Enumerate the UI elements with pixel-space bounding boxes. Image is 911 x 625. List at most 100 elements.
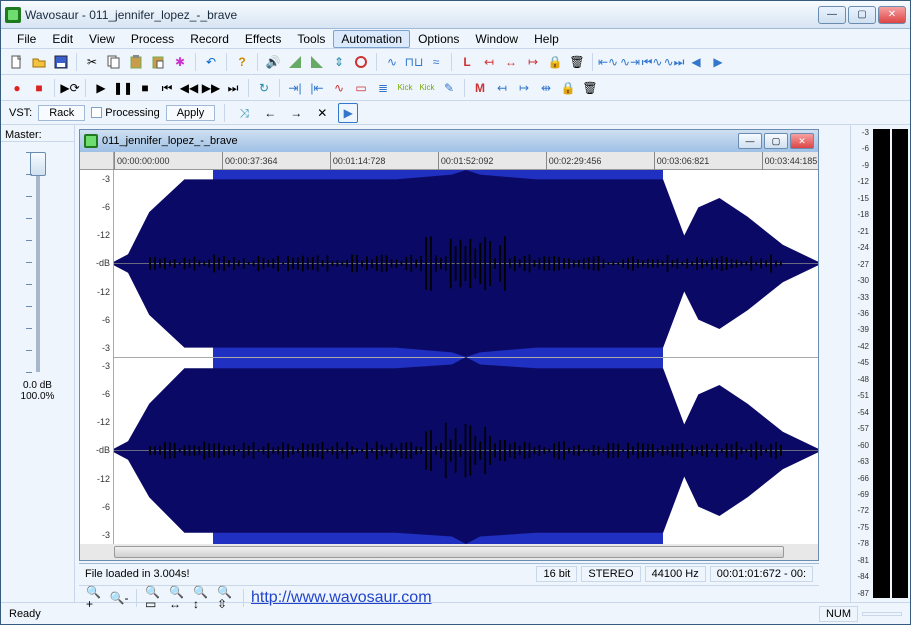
edit-line-icon[interactable]: ✎ [439, 78, 459, 98]
menu-record[interactable]: Record [182, 30, 237, 48]
record-icon[interactable]: ● [7, 78, 27, 98]
loop-to-end-icon[interactable]: ∿⇥ [620, 52, 640, 72]
loop-delete-icon[interactable]: 🗑 [580, 78, 600, 98]
fade-in-icon[interactable] [285, 52, 305, 72]
marker-lock-icon[interactable]: 🔒 [545, 52, 565, 72]
zoom-sel-icon[interactable]: 🔍▭ [144, 588, 164, 608]
status-message: File loaded in 3.004s! [85, 568, 190, 580]
menu-tools[interactable]: Tools [289, 30, 333, 48]
main-area: Master: 0.0 dB 100.0% 011_jennifer_lopez… [1, 125, 910, 602]
master-slider[interactable] [36, 152, 40, 372]
vst-rack-button[interactable]: Rack [38, 105, 85, 121]
minimize-button[interactable]: — [818, 6, 846, 24]
crop-icon[interactable]: ✱ [170, 52, 190, 72]
record-stop-icon[interactable]: ■ [29, 78, 49, 98]
child-titlebar[interactable]: 011_jennifer_lopez_-_brave — ▢ ✕ [80, 130, 818, 152]
toolbar-row-2: ● ■ ▶⟳ ▶ ❚❚ ■ ⏮ ◀◀ ▶▶ ⏭ ↻ ⇥| |⇤ ∿ ▭ ≣ Ki… [1, 75, 910, 101]
marker-m-icon[interactable]: M [470, 78, 490, 98]
child-maximize-button[interactable]: ▢ [764, 133, 788, 149]
loop-next-icon[interactable]: ∿⏭ [664, 52, 684, 72]
loop-lock-icon[interactable]: 🔒 [558, 78, 578, 98]
menu-options[interactable]: Options [410, 30, 467, 48]
zoom-full-icon[interactable]: 🔍↔ [168, 588, 188, 608]
timeline-tick: 00:00:37:364 [222, 152, 278, 170]
vst-apply-button[interactable]: Apply [166, 105, 216, 121]
skip-start-icon[interactable]: ⏮ [157, 78, 177, 98]
menu-automation[interactable]: Automation [333, 30, 410, 48]
loop-to-start-icon[interactable]: ⇤∿ [598, 52, 618, 72]
stop-icon[interactable]: ■ [135, 78, 155, 98]
rewind-icon[interactable]: ◀◀ [179, 78, 199, 98]
marker-center-icon[interactable]: ⇹ [536, 78, 556, 98]
cut-icon[interactable]: ✂ [82, 52, 102, 72]
play-loop-icon[interactable]: ▶⟳ [60, 78, 80, 98]
horizontal-scrollbar[interactable] [80, 544, 818, 560]
menu-process[interactable]: Process [123, 30, 182, 48]
marker-prev-icon[interactable]: ↤ [479, 52, 499, 72]
pause-icon[interactable]: ❚❚ [113, 78, 133, 98]
snap-end-icon[interactable]: |⇤ [307, 78, 327, 98]
new-file-icon[interactable] [7, 52, 27, 72]
snap-start-icon[interactable]: ⇥| [285, 78, 305, 98]
go-next-icon[interactable]: ▶ [708, 52, 728, 72]
timeline-ruler[interactable]: 00:00:00:00000:00:37:36400:01:14:72800:0… [80, 152, 818, 170]
marker-start-icon[interactable]: L [457, 52, 477, 72]
website-link[interactable]: http://www.wavosaur.com [251, 589, 432, 607]
menu-effects[interactable]: Effects [237, 30, 289, 48]
close-button[interactable]: ✕ [878, 6, 906, 24]
vst-processing-checkbox[interactable]: Processing [91, 107, 159, 119]
maximize-button[interactable]: ▢ [848, 6, 876, 24]
marker-both-icon[interactable]: ↔ [501, 52, 521, 72]
paste-special-icon[interactable] [148, 52, 168, 72]
zoom-v-out-icon[interactable]: 🔍⇳ [216, 588, 236, 608]
kick-b-icon[interactable]: Kick [417, 78, 437, 98]
menu-help[interactable]: Help [526, 30, 567, 48]
titlebar[interactable]: Wavosaur - 011_jennifer_lopez_-_brave — … [1, 1, 910, 29]
open-file-icon[interactable] [29, 52, 49, 72]
clear-icon[interactable]: ✕ [312, 103, 332, 123]
move-right-icon[interactable]: → [286, 103, 306, 123]
marker-left-icon[interactable]: ↤ [492, 78, 512, 98]
menu-file[interactable]: File [9, 30, 44, 48]
route-icon[interactable]: ⤨ [234, 103, 254, 123]
go-prev-icon[interactable]: ◀ [686, 52, 706, 72]
help-icon[interactable]: ? [232, 52, 252, 72]
loop-prev-icon[interactable]: ⏮∿ [642, 52, 662, 72]
paste-icon[interactable] [126, 52, 146, 72]
region-icon[interactable]: ▭ [351, 78, 371, 98]
marker-right-icon[interactable]: ↦ [514, 78, 534, 98]
menu-edit[interactable]: Edit [44, 30, 81, 48]
repeat-icon[interactable]: ↻ [254, 78, 274, 98]
fade-out-icon[interactable] [307, 52, 327, 72]
envelope-icon[interactable]: ∿ [329, 78, 349, 98]
menu-view[interactable]: View [81, 30, 123, 48]
waveform-canvas[interactable] [114, 170, 818, 544]
child-minimize-button[interactable]: — [738, 133, 762, 149]
volume-icon[interactable]: 🔊 [263, 52, 283, 72]
undo-icon[interactable]: ↶ [201, 52, 221, 72]
marker-delete-icon[interactable]: 🗑 [567, 52, 587, 72]
forward-icon[interactable]: ▶▶ [201, 78, 221, 98]
select-pulse-icon[interactable]: ⊓⊔ [404, 52, 424, 72]
normalize-icon[interactable]: ⇕ [329, 52, 349, 72]
vst-processing-label: Processing [105, 107, 159, 119]
save-file-icon[interactable] [51, 52, 71, 72]
timeline-tick: 00:00:00:000 [114, 152, 170, 170]
playrange-icon[interactable]: ▶ [338, 103, 358, 123]
zoom-v-in-icon[interactable]: 🔍↕ [192, 588, 212, 608]
play-icon[interactable]: ▶ [91, 78, 111, 98]
menu-window[interactable]: Window [467, 30, 526, 48]
select-noise-icon[interactable]: ≈ [426, 52, 446, 72]
zoom-in-icon[interactable]: 🔍+ [85, 588, 105, 608]
marker-next-icon[interactable]: ↦ [523, 52, 543, 72]
kick-a-icon[interactable]: Kick [395, 78, 415, 98]
move-left-icon[interactable]: ← [260, 103, 280, 123]
child-close-button[interactable]: ✕ [790, 133, 814, 149]
vst-label: VST: [9, 107, 32, 119]
gain-icon[interactable] [351, 52, 371, 72]
zoom-out-icon[interactable]: 🔍- [109, 588, 129, 608]
skip-end-icon[interactable]: ⏭ [223, 78, 243, 98]
select-wave-icon[interactable]: ∿ [382, 52, 402, 72]
bars-icon[interactable]: ≣ [373, 78, 393, 98]
copy-icon[interactable] [104, 52, 124, 72]
